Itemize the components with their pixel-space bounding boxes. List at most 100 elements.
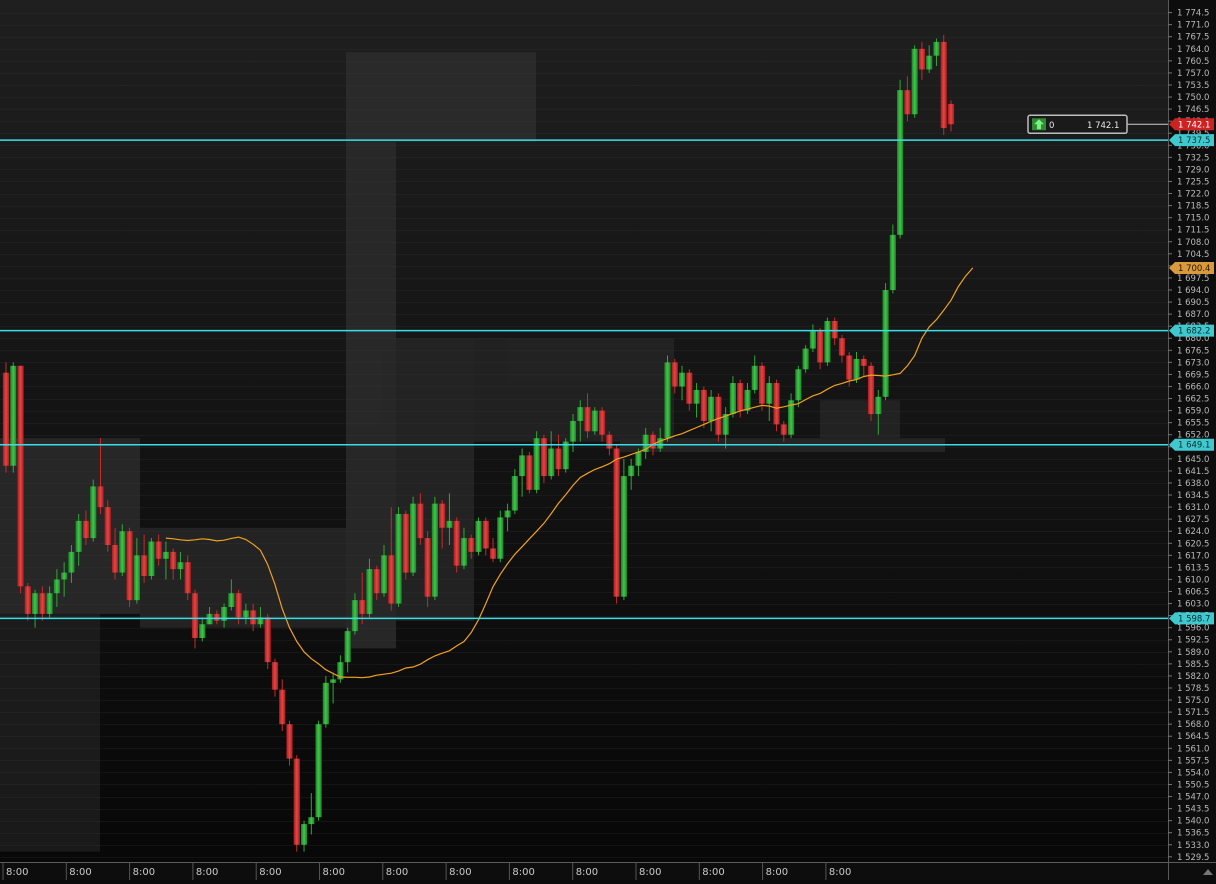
candle-body <box>61 572 68 580</box>
candle-body <box>795 369 802 401</box>
candle-body <box>315 724 322 818</box>
candle-body <box>148 541 155 576</box>
candle-body <box>235 593 242 618</box>
candle[interactable] <box>104 500 111 552</box>
candle-body <box>577 407 584 421</box>
candle[interactable] <box>431 496 438 601</box>
candle[interactable] <box>802 345 809 373</box>
candle[interactable] <box>824 317 831 366</box>
candle[interactable] <box>620 458 627 601</box>
price-tick-label: 1 722.0 <box>1177 190 1209 200</box>
candle-body <box>562 441 569 470</box>
candle-body <box>882 290 889 397</box>
candle[interactable] <box>533 431 540 494</box>
candle-body <box>431 503 438 597</box>
price-tick-label: 1 592.5 <box>1177 636 1209 646</box>
price-tick-label: 1 620.5 <box>1177 539 1209 549</box>
time-tick-label: 8:00 <box>69 867 91 878</box>
price-tick-label: 1 631.0 <box>1177 503 1209 513</box>
candlestick-chart[interactable]: 1 774.5 1 771.0 1 767.5 1 764.0 1 760.5 1 757… <box>0 0 1216 880</box>
candle-body <box>344 631 351 663</box>
candle-body <box>162 551 170 559</box>
candle[interactable] <box>293 755 300 852</box>
price-tick-label: 1 659.0 <box>1177 407 1209 417</box>
candle-body <box>911 48 918 115</box>
price-tick-label: 1 774.5 <box>1177 9 1209 19</box>
candle-body <box>686 372 693 404</box>
candle-body <box>330 679 337 683</box>
candle-body <box>141 555 148 576</box>
price-tick-label: 1 729.0 <box>1177 165 1209 175</box>
price-tick-label: 1 557.5 <box>1177 756 1209 766</box>
volume-profile-block <box>0 613 100 852</box>
price-tick-label: 1 753.5 <box>1177 81 1209 91</box>
candle-body <box>10 365 17 466</box>
candle[interactable] <box>882 283 889 401</box>
candle[interactable] <box>562 438 569 473</box>
candle-body <box>889 234 896 290</box>
candle[interactable] <box>497 510 504 563</box>
candle-body <box>628 465 635 477</box>
candle[interactable] <box>526 451 533 494</box>
candle[interactable] <box>2 362 10 473</box>
candle-body <box>519 455 526 477</box>
candle[interactable] <box>897 79 904 239</box>
candle[interactable] <box>264 613 271 670</box>
candle-body <box>250 610 257 625</box>
candle[interactable] <box>540 434 548 483</box>
level-price-tag: 1 598.7 <box>1169 612 1214 625</box>
price-tick-label: 1 610.0 <box>1177 575 1209 585</box>
price-tick-label: 1 540.0 <box>1177 817 1209 827</box>
candle-body <box>548 448 555 477</box>
price-tick-label: 1 624.0 <box>1177 527 1209 537</box>
candle[interactable] <box>475 517 482 556</box>
time-tick-label: 8:00 <box>702 867 724 878</box>
candle-body <box>867 365 875 415</box>
candle[interactable] <box>17 365 24 594</box>
candle[interactable] <box>940 35 947 135</box>
candle-body <box>933 41 940 56</box>
price-tick-label: 1 750.0 <box>1177 93 1209 103</box>
candle-body <box>838 338 846 356</box>
candle[interactable] <box>126 527 133 608</box>
price-tick-label: 1 697.5 <box>1177 274 1209 284</box>
candle[interactable] <box>395 507 402 608</box>
candle[interactable] <box>453 517 460 573</box>
ma-price-tag-label: 1 700.4 <box>1178 264 1210 274</box>
candle-body <box>918 48 926 70</box>
price-tick-label: 1 585.5 <box>1177 660 1209 670</box>
price-tick-label: 1 690.5 <box>1177 298 1209 308</box>
candle[interactable] <box>591 407 598 435</box>
price-tick-label: 1 666.0 <box>1177 382 1209 392</box>
candle[interactable] <box>758 362 766 411</box>
candle[interactable] <box>322 675 329 728</box>
candle[interactable] <box>119 524 126 576</box>
candle-body <box>737 383 744 411</box>
price-tick-label: 1 725.5 <box>1177 177 1209 187</box>
price-tick-label: 1 669.5 <box>1177 370 1209 380</box>
candle-body <box>184 562 191 594</box>
candle-body <box>395 513 402 604</box>
candle[interactable] <box>409 496 417 576</box>
price-tick-label: 1 711.5 <box>1177 226 1209 236</box>
candle[interactable] <box>664 355 671 442</box>
candle-body <box>119 531 126 573</box>
candle-body <box>409 503 417 573</box>
price-tick-label: 1 568.0 <box>1177 720 1209 730</box>
candle[interactable] <box>402 510 409 580</box>
price-tick-label: 1 582.0 <box>1177 672 1209 682</box>
candle-body <box>439 503 446 528</box>
candle[interactable] <box>148 538 155 580</box>
candle[interactable] <box>911 45 918 118</box>
candle-body <box>729 383 737 415</box>
price-tick-label: 1 641.5 <box>1177 467 1209 477</box>
candle[interactable] <box>315 720 322 821</box>
candle[interactable] <box>773 379 780 432</box>
candle[interactable] <box>867 362 875 421</box>
price-tick-label: 1 732.5 <box>1177 153 1209 163</box>
price-tick-label: 1 596.0 <box>1177 624 1209 634</box>
candle[interactable] <box>90 479 97 542</box>
candle[interactable] <box>10 362 17 473</box>
candle[interactable] <box>613 445 620 604</box>
candle[interactable] <box>424 531 431 608</box>
